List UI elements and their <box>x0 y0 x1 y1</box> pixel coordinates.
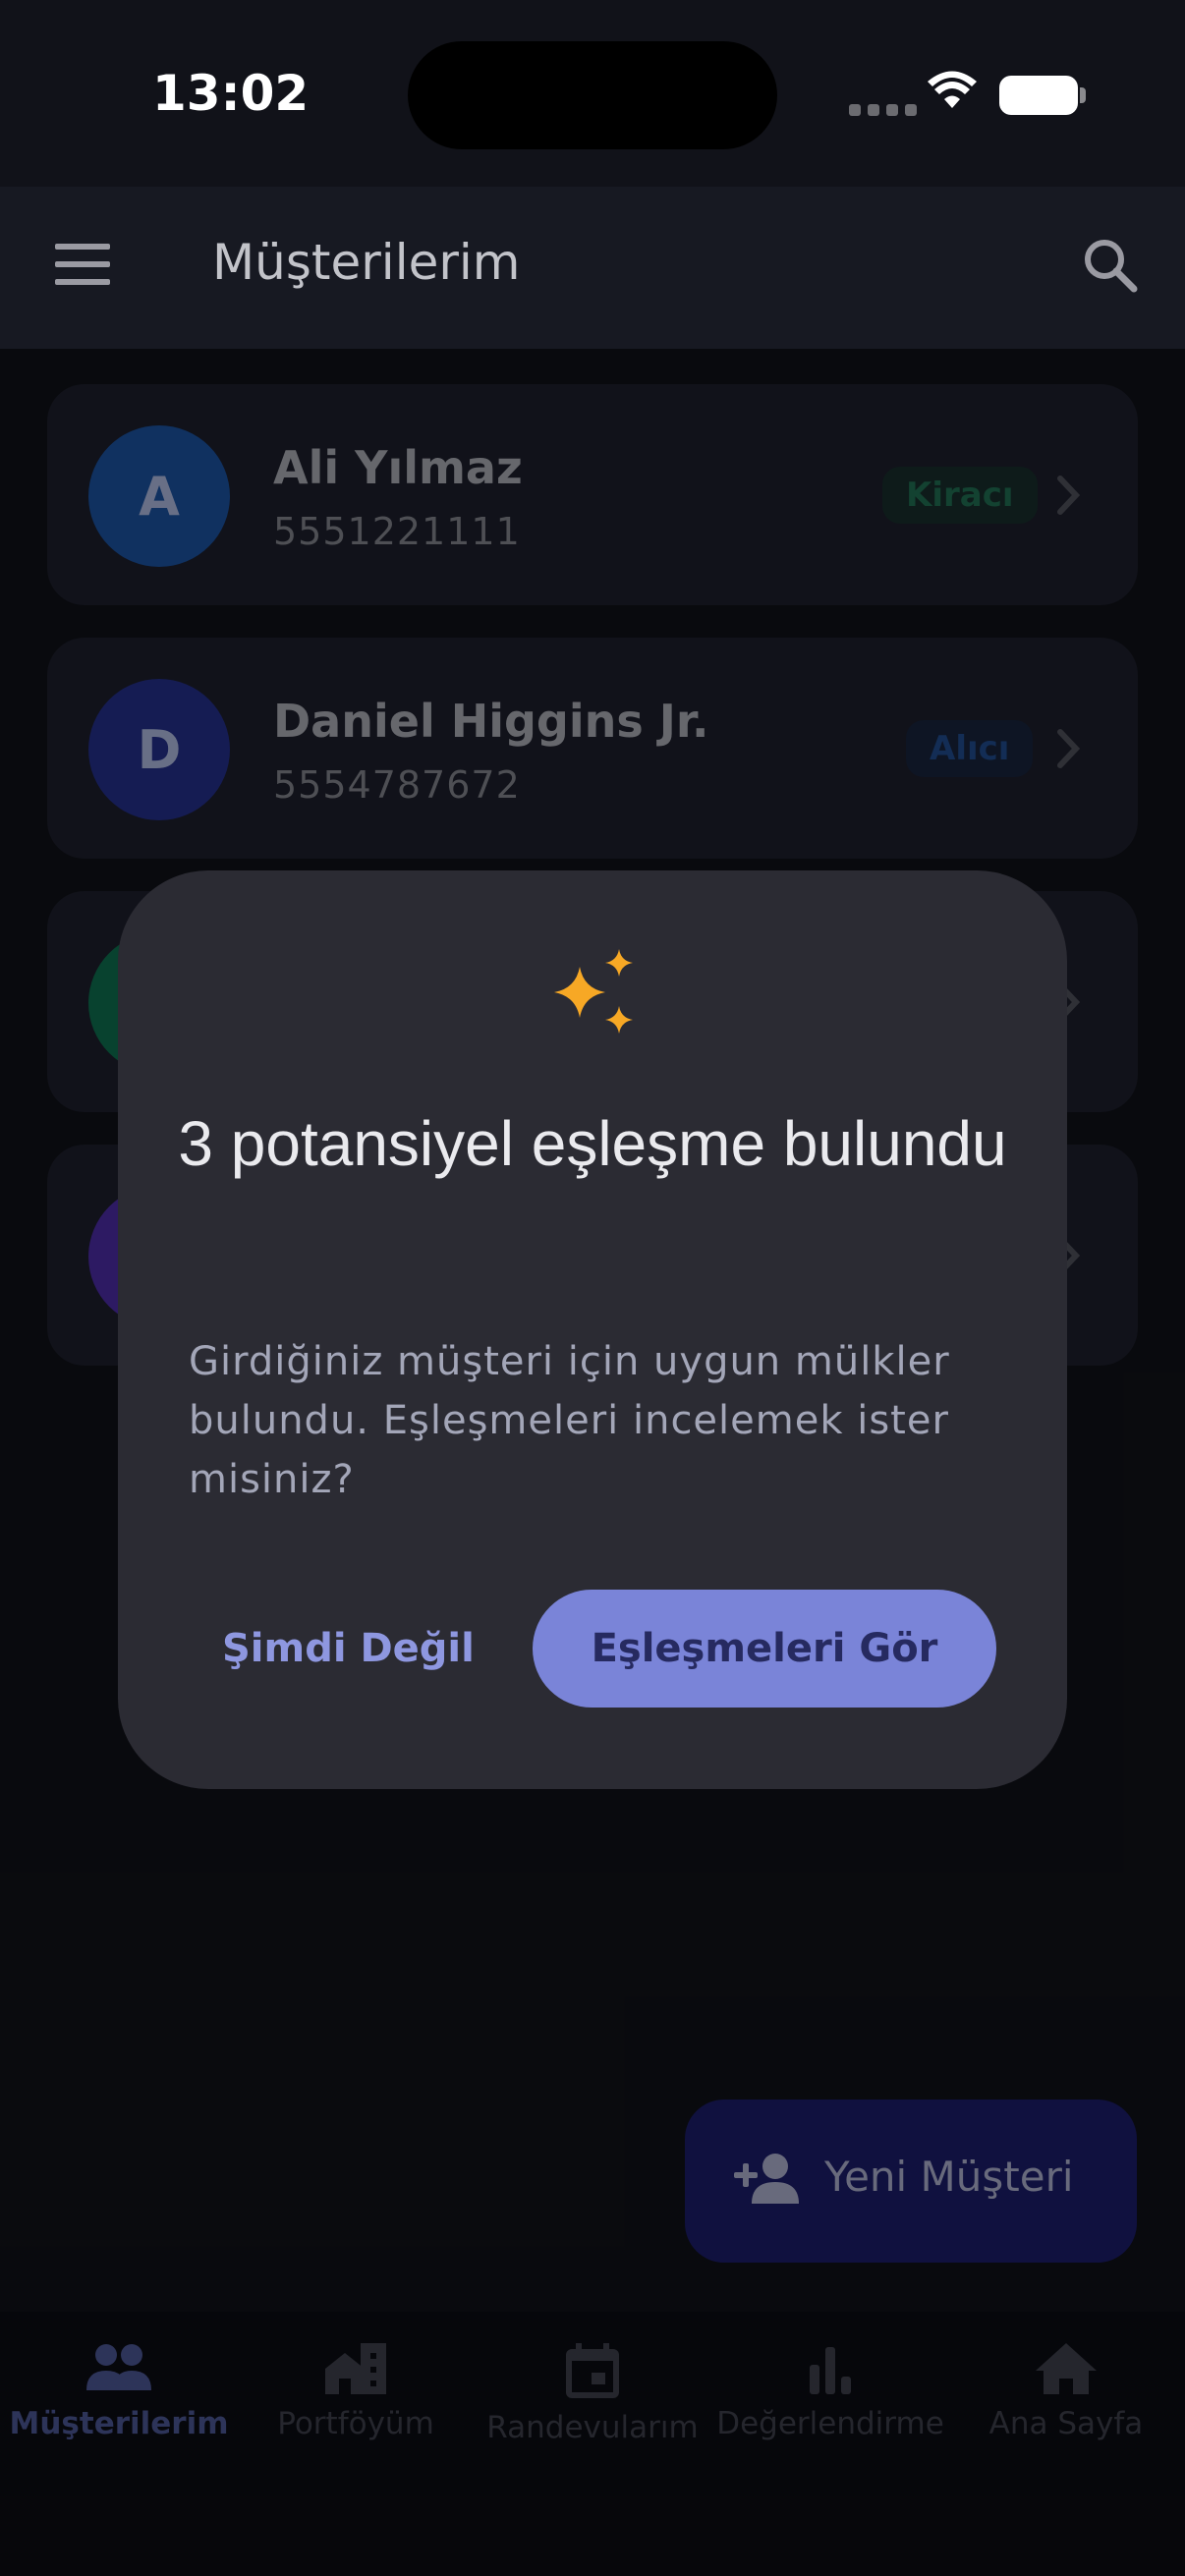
status-bar: 13:02 <box>0 0 1185 187</box>
dynamic-island <box>408 41 777 149</box>
view-matches-button[interactable]: Eşleşmeleri Gör <box>533 1590 996 1708</box>
screen: 13:02 Müşterilerim A Ali Yılmaz 55512211… <box>0 0 1185 2576</box>
dialog-title: 3 potansiyel eşleşme bulundu <box>178 1108 1007 1179</box>
sparkle-icon <box>554 949 633 1034</box>
menu-icon[interactable] <box>55 244 110 285</box>
status-time: 13:02 <box>152 65 310 122</box>
match-dialog: 3 potansiyel eşleşme bulundu Girdiğiniz … <box>118 870 1067 1789</box>
not-now-button[interactable]: Şimdi Değil <box>222 1590 475 1708</box>
app-bar: Müşterilerim <box>0 187 1185 349</box>
cellular-signal-icon <box>849 104 917 116</box>
page-title: Müşterilerim <box>212 234 521 291</box>
wifi-icon <box>928 71 977 108</box>
battery-tip <box>1080 87 1086 103</box>
dialog-message: Girdiğiniz müşteri için uygun mülkler bu… <box>189 1339 950 1502</box>
battery-icon <box>999 76 1078 115</box>
search-icon[interactable] <box>1081 236 1140 295</box>
